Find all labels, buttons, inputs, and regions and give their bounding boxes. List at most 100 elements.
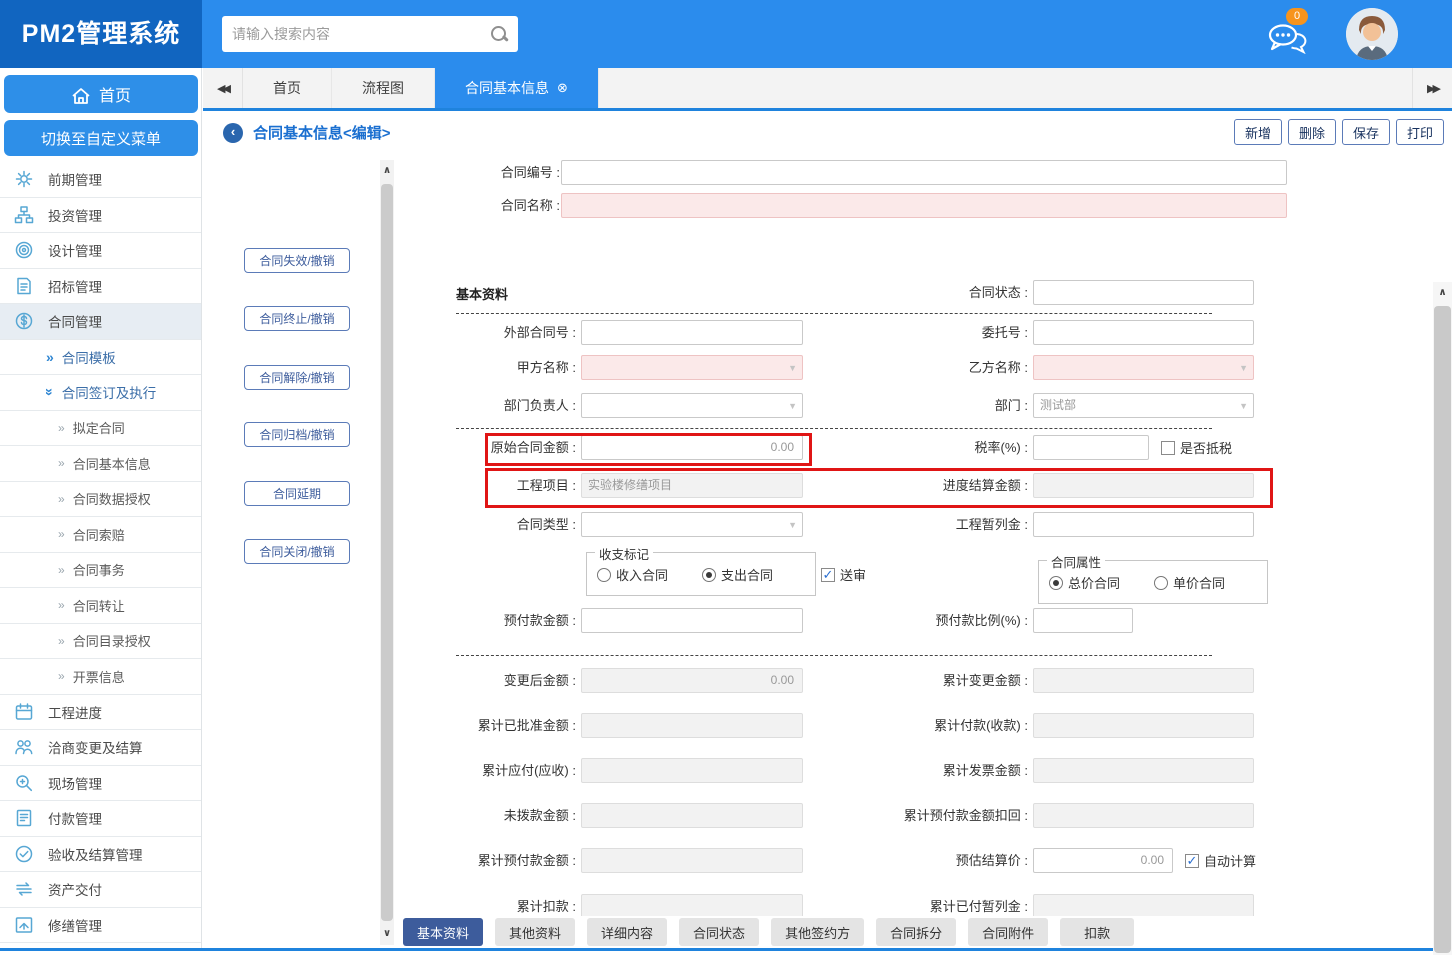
- bottom-tab-合同拆分[interactable]: 合同拆分: [876, 918, 956, 946]
- tab-首页[interactable]: 首页: [243, 68, 332, 108]
- contract-op-button-合同归档/撤销[interactable]: 合同归档/撤销: [244, 422, 350, 447]
- sidebar-home-button[interactable]: 首页: [4, 75, 198, 113]
- input-工程暂列金[interactable]: [1033, 512, 1254, 537]
- select-部门负责人[interactable]: ▼: [581, 393, 803, 418]
- select-甲方名称[interactable]: ▼: [581, 355, 803, 380]
- sidebar-item-修缮管理[interactable]: 修缮管理: [0, 908, 201, 944]
- bottom-tab-详细内容[interactable]: 详细内容: [587, 918, 667, 946]
- sidebar-item-洽商变更及结算[interactable]: 洽商变更及结算: [0, 730, 201, 766]
- switch-custom-menu-button[interactable]: 切换至自定义菜单: [4, 120, 198, 156]
- select-乙方名称[interactable]: ▼: [1033, 355, 1254, 380]
- select-部门[interactable]: 测试部▼: [1033, 393, 1254, 418]
- input-累计预付款金额: [581, 848, 803, 873]
- sidebar-item-现场管理[interactable]: 现场管理: [0, 766, 201, 802]
- scrollbar-thumb[interactable]: [381, 184, 393, 921]
- contract-op-button-合同终止/撤销[interactable]: 合同终止/撤销: [244, 306, 350, 331]
- input-预估结算价[interactable]: 0.00: [1033, 848, 1173, 873]
- action-button-保存[interactable]: 保存: [1342, 119, 1390, 145]
- messages-icon[interactable]: [1266, 22, 1308, 54]
- bottom-tab-其他签约方[interactable]: 其他签约方: [771, 918, 864, 946]
- sidebar-item-合同管理[interactable]: 合同管理: [0, 304, 201, 340]
- contract-op-button-合同关闭/撤销[interactable]: 合同关闭/撤销: [244, 539, 350, 564]
- sidebar-item-合同签订及执行[interactable]: »合同签订及执行: [0, 375, 201, 411]
- sidebar-item-设计管理[interactable]: 设计管理: [0, 233, 201, 269]
- sidebar-item-合同模板[interactable]: »合同模板: [0, 340, 201, 376]
- sidebar-item-合同索赔[interactable]: »合同索赔: [0, 517, 201, 553]
- input-原始合同金额[interactable]: 0.00: [581, 435, 803, 460]
- checkbox-自动计算[interactable]: ✓自动计算: [1185, 848, 1256, 873]
- dropdown-arrow-icon: ▼: [1239, 395, 1248, 418]
- scroll-up-icon[interactable]: ∧: [380, 164, 394, 178]
- input-预付款比例(%)[interactable]: [1033, 608, 1133, 633]
- page-scrollbar[interactable]: ∧: [1433, 282, 1452, 955]
- label-累计变更金额: 累计变更金额: [838, 668, 1028, 693]
- contract-no-input[interactable]: [561, 160, 1287, 185]
- sidebar-item-拟定合同[interactable]: »拟定合同: [0, 411, 201, 447]
- sidebar-item-资产交付[interactable]: 资产交付: [0, 872, 201, 908]
- user-avatar[interactable]: [1346, 8, 1398, 60]
- sidebar-item-开票信息[interactable]: »开票信息: [0, 659, 201, 695]
- contract-status-input[interactable]: [1033, 280, 1254, 305]
- radio-expense-contract[interactable]: 支出合同: [702, 565, 773, 584]
- search-icon[interactable]: [490, 25, 508, 43]
- checkbox-是否抵税[interactable]: 是否抵税: [1161, 435, 1232, 460]
- tabs-scroll-right-icon[interactable]: ▶▶: [1412, 68, 1452, 108]
- sidebar-item-付款管理[interactable]: 付款管理: [0, 801, 201, 837]
- bottom-tab-基本资料[interactable]: 基本资料: [403, 918, 483, 946]
- scrollbar-thumb[interactable]: [1434, 306, 1451, 953]
- bottom-tab-合同状态[interactable]: 合同状态: [679, 918, 759, 946]
- chevron-right-icon: »: [58, 527, 65, 541]
- tabs-scroll-left-icon[interactable]: ◀◀: [203, 68, 243, 108]
- tab-合同基本信息[interactable]: 合同基本信息⊗: [435, 68, 599, 108]
- sidebar-item-合同数据授权[interactable]: »合同数据授权: [0, 482, 201, 518]
- sidebar-item-合同事务[interactable]: »合同事务: [0, 553, 201, 589]
- input-税率(%)[interactable]: [1033, 435, 1149, 460]
- sidebar-item-招标管理[interactable]: 招标管理: [0, 269, 201, 305]
- input-工程项目: 实验楼修缮项目: [581, 473, 803, 498]
- send-review-checkbox[interactable]: ✓送审: [821, 562, 866, 587]
- close-tab-icon[interactable]: ⊗: [557, 80, 568, 96]
- contract-op-button-合同延期[interactable]: 合同延期: [244, 481, 350, 506]
- home-icon: [71, 87, 91, 105]
- input-进度结算金额: [1033, 473, 1254, 498]
- input-累计应付(应收): [581, 758, 803, 783]
- chevron-right-icon: »: [58, 563, 65, 577]
- chevron-right-icon: »: [58, 634, 65, 648]
- contract-name-input[interactable]: [561, 193, 1287, 218]
- tab-流程图[interactable]: 流程图: [332, 68, 435, 108]
- sidebar-item-前期管理[interactable]: 前期管理: [0, 162, 201, 198]
- action-button-删除[interactable]: 删除: [1288, 119, 1336, 145]
- bottom-tab-扣款[interactable]: 扣款: [1060, 918, 1134, 946]
- radio-total-price-contract[interactable]: 总价合同: [1049, 573, 1120, 592]
- sidebar-item-合同目录授权[interactable]: »合同目录授权: [0, 624, 201, 660]
- radio-income-contract[interactable]: 收入合同: [597, 565, 668, 584]
- sidebar-item-合同基本信息[interactable]: »合同基本信息: [0, 446, 201, 482]
- bottom-tab-其他资料[interactable]: 其他资料: [495, 918, 575, 946]
- label-累计应付(应收): 累计应付(应收): [428, 758, 576, 783]
- input-累计变更金额: [1033, 668, 1254, 693]
- sidebar-item-验收及结算管理[interactable]: 验收及结算管理: [0, 837, 201, 873]
- bottom-tab-合同附件[interactable]: 合同附件: [968, 918, 1048, 946]
- dropdown-arrow-icon: ▼: [1239, 357, 1248, 380]
- scroll-down-icon[interactable]: ∨: [380, 927, 394, 941]
- sidebar-item-投资管理[interactable]: 投资管理: [0, 198, 201, 234]
- radio-unit-price-contract[interactable]: 单价合同: [1154, 573, 1225, 592]
- scroll-up-icon[interactable]: ∧: [1433, 286, 1452, 300]
- input-预付款金额[interactable]: [581, 608, 803, 633]
- input-委托号[interactable]: [1033, 320, 1254, 345]
- label-累计已批准金额: 累计已批准金额: [428, 713, 576, 738]
- input-外部合同号[interactable]: [581, 320, 803, 345]
- contract-op-button-合同解除/撤销[interactable]: 合同解除/撤销: [244, 365, 350, 390]
- back-button[interactable]: ‹: [223, 123, 243, 143]
- global-search-input[interactable]: 请输入搜索内容: [222, 16, 518, 52]
- contract-op-button-合同失效/撤销[interactable]: 合同失效/撤销: [244, 248, 350, 273]
- select-合同类型[interactable]: ▼: [581, 512, 803, 537]
- form-scrollbar[interactable]: ∧ ∨: [380, 160, 394, 945]
- sidebar-item-工程进度[interactable]: 工程进度: [0, 695, 201, 731]
- action-button-新增[interactable]: 新增: [1234, 119, 1282, 145]
- label-累计扣款: 累计扣款: [428, 894, 576, 916]
- action-button-打印[interactable]: 打印: [1396, 119, 1444, 145]
- sidebar-item-合同转让[interactable]: »合同转让: [0, 588, 201, 624]
- app-logo: PM2管理系统: [0, 0, 202, 68]
- search-placeholder: 请输入搜索内容: [232, 24, 490, 44]
